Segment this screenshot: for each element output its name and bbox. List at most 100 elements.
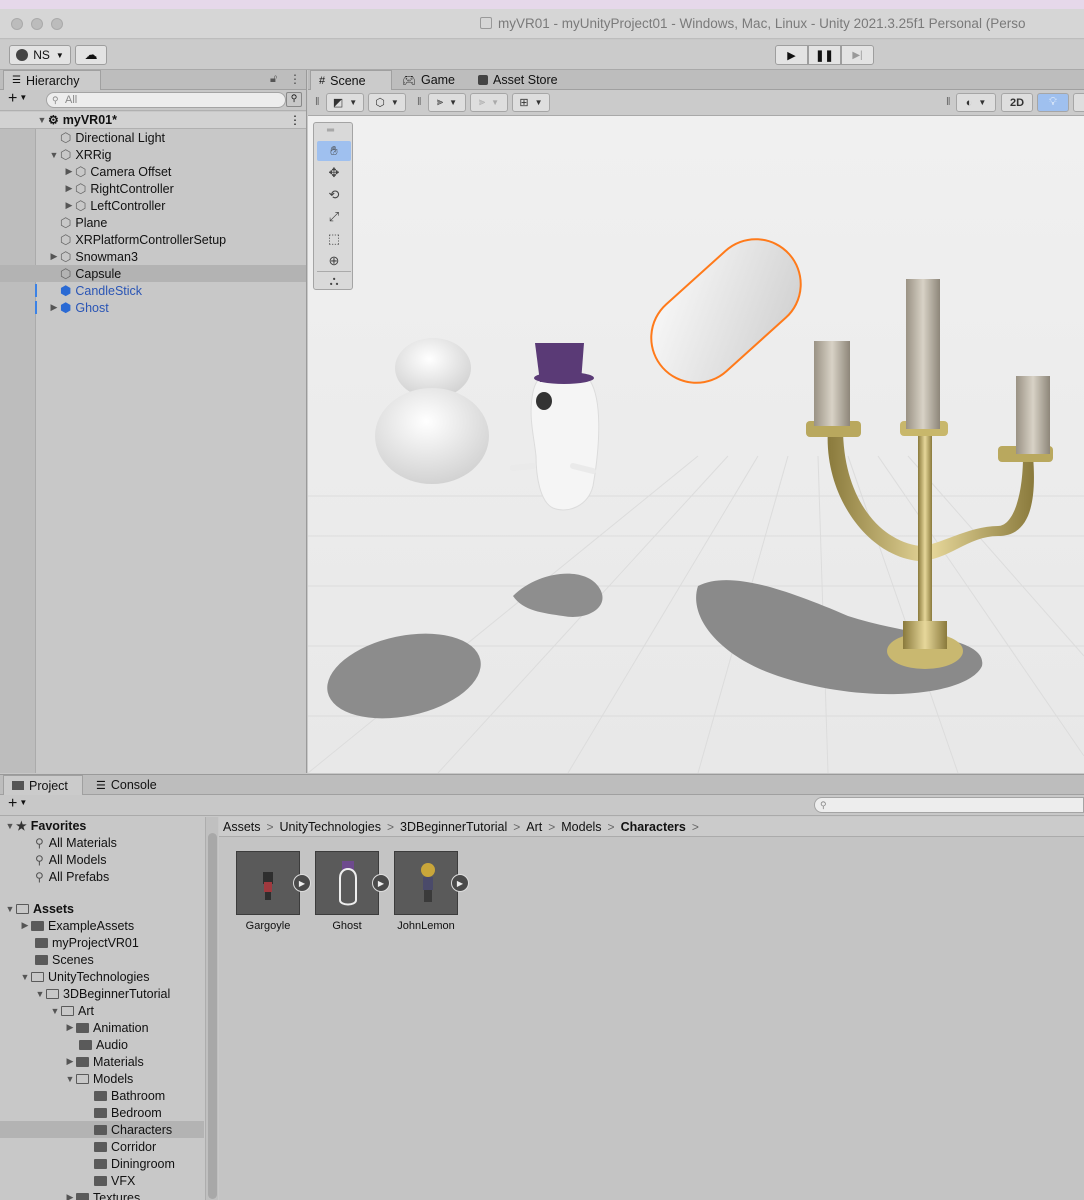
toggle-lighting-button[interactable]: 💡︎ (1037, 93, 1069, 112)
collapsed-arrow-icon[interactable]: ▶ (64, 1192, 76, 1200)
folder-art[interactable]: ▼ Art (0, 1002, 204, 1019)
lock-icon[interactable]: 🔓︎ (270, 73, 277, 86)
collapsed-arrow-icon[interactable]: ▶ (19, 920, 31, 931)
folder-characters[interactable]: Characters (0, 1121, 204, 1138)
hierarchy-item-candlestick[interactable]: ⬢ CandleStick (0, 282, 306, 299)
tab-asset-store[interactable]: Asset Store (470, 70, 566, 90)
favorite-all-prefabs[interactable]: ⚲ All Prefabs (0, 868, 204, 885)
scrollbar-thumb[interactable] (208, 833, 217, 1199)
toggle-2d-button[interactable]: 2D (1001, 93, 1033, 112)
expand-arrow-icon[interactable]: ▼ (48, 150, 60, 160)
folder-assets[interactable]: ▼ Assets (0, 900, 204, 917)
collapsed-arrow-icon[interactable]: ▶ (63, 200, 75, 211)
folder-diningroom[interactable]: Diningroom (0, 1155, 204, 1172)
draw-mode-dropdown[interactable]: ◩ ▼ (326, 93, 364, 112)
hierarchy-item-snowman3[interactable]: ▶ ⬡ Snowman3 (0, 248, 306, 265)
folder-textures[interactable]: ▶ Textures (0, 1189, 204, 1200)
hierarchy-item-ghost[interactable]: ▶ ⬢ Ghost (0, 299, 306, 316)
custom-tool-button[interactable]: ⛬ (317, 271, 351, 289)
minimize-window-button[interactable] (31, 18, 43, 30)
favorite-all-models[interactable]: ⚲ All Models (0, 851, 204, 868)
expand-arrow-icon[interactable]: ▼ (19, 972, 31, 982)
folder-animation[interactable]: ▶ Animation (0, 1019, 204, 1036)
scene-viewport[interactable]: ═ ✋︎ ✥ ⟲ ⤢ ⬚ ⊕ ⛬ (308, 116, 1084, 773)
hierarchy-item-xrrig[interactable]: ▼ ⬡ XRRig (0, 146, 306, 163)
gizmo-tools-dropdown[interactable]: ⫸ ▼ (428, 93, 466, 112)
grid-snap-dropdown[interactable]: ⊞ ▼ (512, 93, 550, 112)
tab-hierarchy[interactable]: ☰ Hierarchy (3, 70, 101, 90)
rect-tool-button[interactable]: ⬚ (317, 229, 351, 249)
snap-dropdown[interactable]: ⫸ ▼ (470, 93, 508, 112)
collapsed-arrow-icon[interactable]: ▶ (64, 1022, 76, 1033)
scene-search-icon[interactable]: ⚲ (286, 92, 302, 107)
collapsed-arrow-icon[interactable]: ▶ (63, 183, 75, 194)
more-options-icon[interactable]: ⋮ (289, 113, 301, 127)
hierarchy-item-left-controller[interactable]: ▶ ⬡ LeftController (0, 197, 306, 214)
folder-bedroom[interactable]: Bedroom (0, 1104, 204, 1121)
play-icon[interactable]: ▶ (451, 874, 469, 892)
create-button[interactable]: + ▼ (8, 90, 27, 108)
folder-models[interactable]: ▼ Models (0, 1070, 204, 1087)
breadcrumb-item[interactable]: 3DBeginnerTutorial (400, 820, 507, 834)
play-icon[interactable]: ▶ (372, 874, 390, 892)
collapsed-arrow-icon[interactable]: ▶ (48, 251, 60, 262)
hierarchy-item-directional-light[interactable]: ⬡ Directional Light (0, 129, 306, 146)
breadcrumb-item[interactable]: Assets (223, 820, 261, 834)
more-options-icon[interactable]: ⋮ (289, 72, 301, 86)
folder-scenes[interactable]: Scenes (0, 951, 204, 968)
scale-tool-button[interactable]: ⤢ (317, 207, 351, 227)
folder-tree-scrollbar[interactable] (205, 817, 218, 1200)
hierarchy-item-right-controller[interactable]: ▶ ⬡ RightController (0, 180, 306, 197)
close-window-button[interactable] (11, 18, 23, 30)
folder-unity-technologies[interactable]: ▼ UnityTechnologies (0, 968, 204, 985)
folder-bathroom[interactable]: Bathroom (0, 1087, 204, 1104)
expand-arrow-icon[interactable]: ▼ (64, 1074, 76, 1084)
play-icon[interactable]: ▶ (293, 874, 311, 892)
asset-ghost[interactable]: ▶ Ghost (315, 851, 390, 932)
favorites-header[interactable]: ▼ ★ Favorites (0, 817, 204, 834)
hierarchy-search-input[interactable]: ⚲ All (46, 92, 286, 108)
cloud-button[interactable]: ☁ (75, 45, 107, 65)
shading-mode-dropdown[interactable]: ◐ ▼ (956, 93, 996, 112)
breadcrumb-item[interactable]: Art (526, 820, 542, 834)
expand-arrow-icon[interactable]: ▼ (36, 115, 48, 125)
folder-audio[interactable]: Audio (0, 1036, 204, 1053)
project-search-input[interactable]: ⚲ (814, 797, 1084, 813)
maximize-window-button[interactable] (51, 18, 63, 30)
asset-john-lemon[interactable]: ▶ JohnLemon (394, 851, 469, 932)
folder-corridor[interactable]: Corridor (0, 1138, 204, 1155)
hierarchy-item-xrplatform[interactable]: ⬡ XRPlatformControllerSetup (0, 231, 306, 248)
tab-console[interactable]: ☰ Console (88, 775, 165, 795)
folder-3d-beginner-tutorial[interactable]: ▼ 3DBeginnerTutorial (0, 985, 204, 1002)
tab-game[interactable]: 🎮︎ Game (394, 70, 463, 90)
transform-tool-button[interactable]: ⊕ (317, 251, 351, 271)
hierarchy-item-camera-offset[interactable]: ▶ ⬡ Camera Offset (0, 163, 306, 180)
toggle-audio-button[interactable] (1073, 93, 1084, 112)
create-button[interactable]: + ▼ (8, 795, 27, 813)
collapsed-arrow-icon[interactable]: ▶ (64, 1056, 76, 1067)
render-mode-dropdown[interactable]: ⬡ ▼ (368, 93, 406, 112)
collapsed-arrow-icon[interactable]: ▶ (48, 302, 60, 313)
expand-arrow-icon[interactable]: ▼ (4, 821, 16, 831)
expand-arrow-icon[interactable]: ▼ (4, 904, 16, 914)
rotate-tool-button[interactable]: ⟲ (317, 185, 351, 205)
breadcrumb-current[interactable]: Characters (621, 820, 686, 834)
tab-scene[interactable]: # Scene (310, 70, 392, 90)
step-button[interactable]: ▶| (841, 45, 874, 65)
asset-gargoyle[interactable]: ▶ Gargoyle (236, 851, 311, 932)
breadcrumb-item[interactable]: UnityTechnologies (280, 820, 381, 834)
tab-project[interactable]: Project (3, 775, 83, 795)
pause-button[interactable]: ❚❚ (808, 45, 841, 65)
hierarchy-item-capsule[interactable]: ⬡ Capsule (0, 265, 306, 282)
hierarchy-item-plane[interactable]: ⬡ Plane (0, 214, 306, 231)
collapsed-arrow-icon[interactable]: ▶ (63, 166, 75, 177)
expand-arrow-icon[interactable]: ▼ (49, 1006, 61, 1016)
folder-example-assets[interactable]: ▶ ExampleAssets (0, 917, 204, 934)
folder-my-project[interactable]: myProjectVR01 (0, 934, 204, 951)
move-tool-button[interactable]: ✥ (317, 163, 351, 183)
hand-tool-button[interactable]: ✋︎ (317, 141, 351, 161)
folder-materials[interactable]: ▶ Materials (0, 1053, 204, 1070)
folder-vfx[interactable]: VFX (0, 1172, 204, 1189)
play-button[interactable]: ▶ (775, 45, 808, 65)
expand-arrow-icon[interactable]: ▼ (34, 989, 46, 999)
